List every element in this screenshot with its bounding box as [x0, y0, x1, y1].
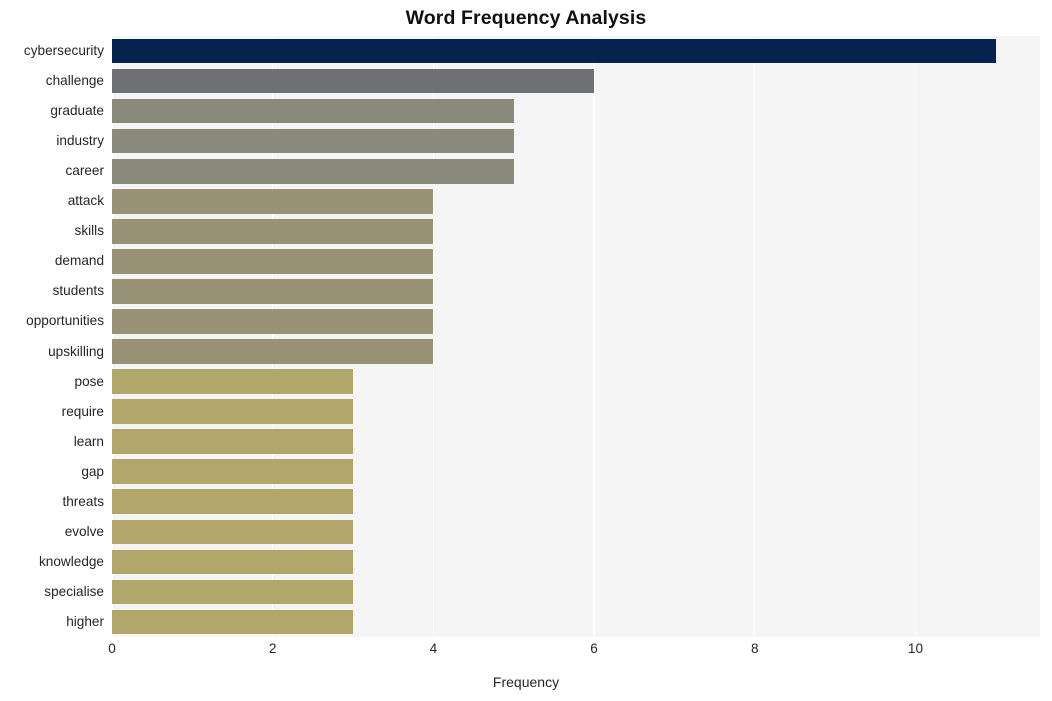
y-tick-label-require: require — [61, 403, 104, 419]
y-tick-label-challenge: challenge — [45, 73, 104, 89]
y-tick-label-attack: attack — [67, 193, 104, 209]
chart-title: Word Frequency Analysis — [405, 7, 647, 29]
x-tick-label-8: 8 — [750, 641, 759, 656]
y-tick-label-upskilling: upskilling — [48, 343, 104, 359]
word-frequency-chart-figure: Word Frequency Analysis cybersecurity cha… — [0, 0, 1052, 701]
x-tick-label-6: 6 — [590, 641, 598, 656]
y-tick-label-industry: industry — [56, 133, 104, 149]
y-tick-label-specialise: specialise — [44, 583, 104, 599]
x-axis-label: Frequency — [492, 674, 560, 690]
y-tick-label-graduate: graduate — [50, 103, 104, 119]
y-tick-label-demand: demand — [54, 253, 104, 269]
y-tick-label-opportunities: opportunities — [26, 313, 104, 329]
y-tick-label-knowledge: knowledge — [39, 553, 104, 569]
x-tick-label-2: 2 — [268, 641, 277, 656]
y-tick-label-threats: threats — [62, 493, 104, 509]
x-tick-label-0: 0 — [108, 641, 116, 656]
y-tick-label-higher: higher — [66, 613, 104, 629]
y-tick-label-cybersecurity: cybersecurity — [23, 43, 104, 59]
y-tick-label-learn: learn — [73, 433, 104, 449]
x-axis-tick-labels: 0 2 4 6 8 10 — [0, 641, 1052, 669]
y-tick-label-gap: gap — [81, 463, 104, 479]
x-tick-label-4: 4 — [429, 641, 438, 656]
y-axis-tick-labels: cybersecurity challenge graduate industry ca… — [0, 36, 1052, 637]
y-tick-label-evolve: evolve — [64, 523, 104, 539]
y-tick-label-skills: skills — [74, 223, 104, 239]
y-tick-label-career: career — [65, 163, 104, 179]
y-tick-label-students: students — [52, 283, 104, 299]
x-tick-label-10: 10 — [907, 641, 924, 656]
y-tick-label-pose: pose — [74, 373, 104, 389]
